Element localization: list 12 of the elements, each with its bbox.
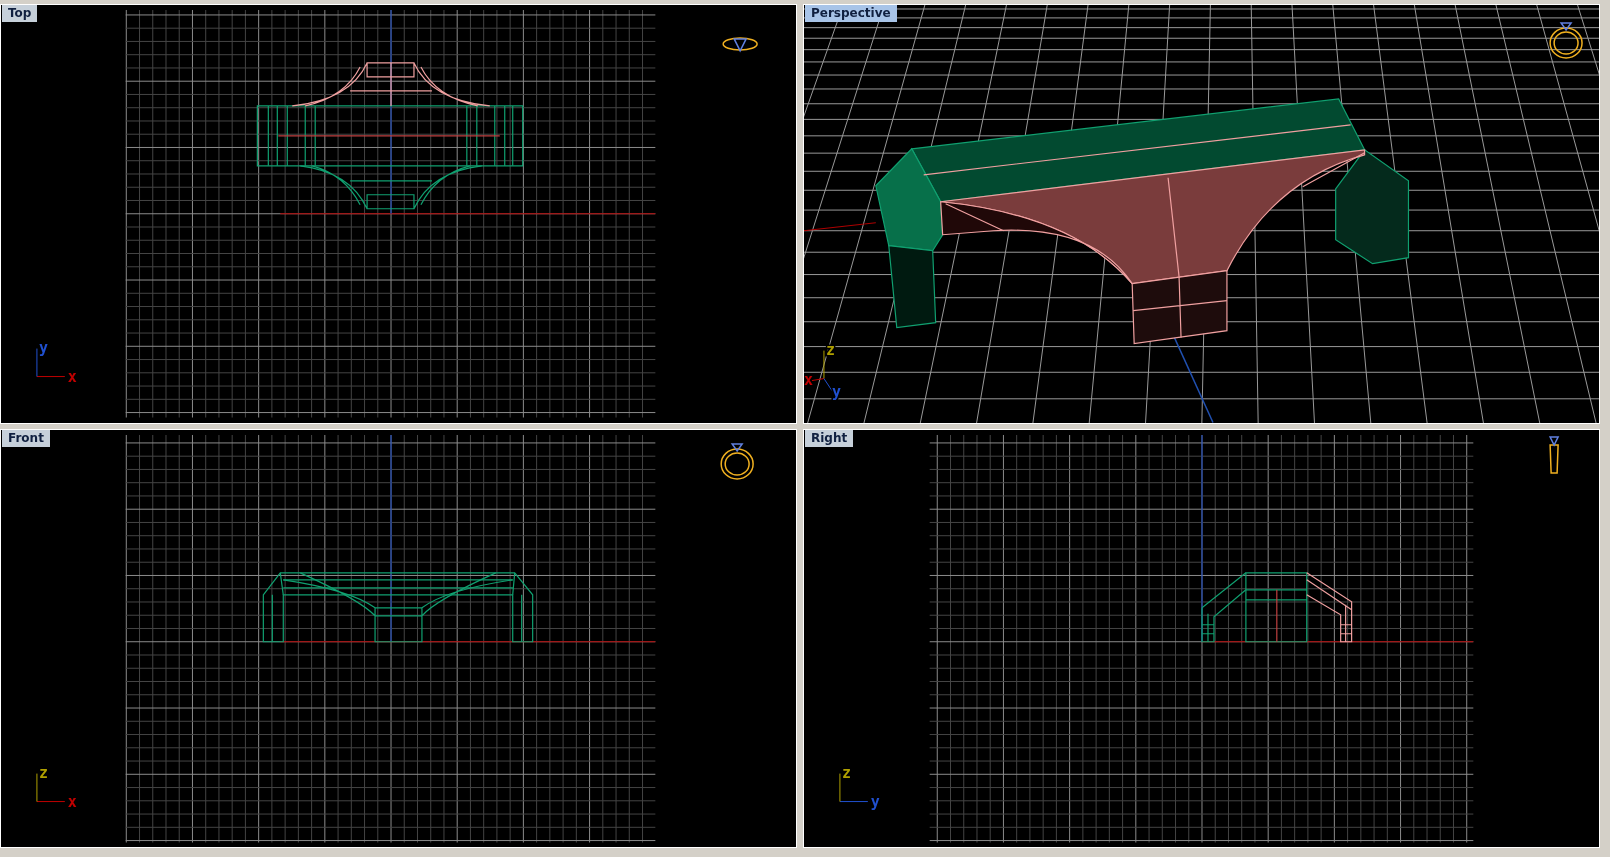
axis-label: z [38, 763, 48, 782]
viewport-title[interactable]: Right [805, 429, 854, 447]
viewport-title[interactable]: Perspective [805, 5, 897, 22]
axis-label: z [841, 763, 851, 782]
axis-label: y [38, 338, 48, 357]
viewport-title[interactable]: Top [2, 5, 38, 22]
axis-label: y [870, 792, 880, 811]
axis-label: x [804, 370, 813, 389]
axis-label: y [831, 382, 841, 401]
axis-label: x [67, 367, 77, 386]
axis-label: x [67, 792, 77, 811]
viewport-title[interactable]: Front [2, 429, 50, 447]
